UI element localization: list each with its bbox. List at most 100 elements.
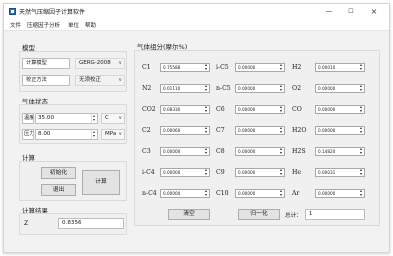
temp-value: 35.00	[38, 115, 55, 121]
component-input[interactable]: 0.00000	[160, 168, 210, 177]
component-label: H2O	[292, 127, 307, 134]
spin-arrows-icon[interactable]	[279, 64, 284, 71]
pressure-input[interactable]: 8.00	[35, 129, 98, 140]
component-input[interactable]: 0.00000	[235, 168, 285, 177]
model-group: 计算模型 GERG-2008 ∨ 校正方法 无须校正 ∨	[19, 51, 127, 92]
z-label: Z	[24, 220, 29, 227]
component-input[interactable]: 0.08330	[160, 105, 210, 114]
clear-button[interactable]: 清空	[168, 209, 210, 220]
component-input[interactable]: 0.01110	[160, 84, 210, 93]
component-input[interactable]: 0.00000	[235, 105, 285, 114]
maximize-button[interactable]: ☐	[343, 6, 359, 17]
component-label: Ar	[292, 190, 300, 197]
component-input[interactable]: 0.00000	[160, 147, 210, 156]
pressure-label: 压力	[22, 129, 34, 140]
component-input[interactable]: 0.00031	[315, 168, 365, 177]
component-input[interactable]: 0.00000	[315, 84, 365, 93]
app-icon	[9, 8, 16, 15]
component-input[interactable]: 0.00000	[160, 189, 210, 198]
temp-input[interactable]: 35.00	[35, 113, 98, 124]
spin-arrows-icon[interactable]	[359, 190, 364, 197]
spin-arrows-icon[interactable]	[359, 127, 364, 134]
menu-file[interactable]: 文件	[10, 21, 21, 29]
close-button[interactable]: ×	[366, 6, 382, 17]
component-input[interactable]: 0.00000	[235, 147, 285, 156]
component-value: 0.00000	[238, 170, 256, 175]
spin-arrows-icon[interactable]	[204, 64, 209, 71]
calc-model-select[interactable]: GERG-2008 ∨	[75, 58, 125, 69]
spin-arrows-icon[interactable]	[359, 169, 364, 176]
component-input[interactable]: 0.00000	[235, 63, 285, 72]
total-field: 1	[305, 209, 365, 220]
component-label: He	[292, 169, 302, 176]
component-input[interactable]: 0.00000	[315, 105, 365, 114]
init-button[interactable]: 初始化	[41, 167, 76, 179]
component-value: 0.00000	[238, 128, 256, 133]
spin-arrows-icon[interactable]	[204, 85, 209, 92]
component-input[interactable]: 0.00000	[315, 126, 365, 135]
component-value: 0.14820	[318, 149, 336, 154]
correction-value: 无须校正	[79, 77, 102, 83]
spin-arrows-icon[interactable]	[359, 148, 364, 155]
normalize-button[interactable]: 归一化	[238, 209, 280, 220]
spin-arrows-icon[interactable]	[279, 169, 284, 176]
component-input[interactable]: 0.75588	[160, 63, 210, 72]
component-label: C10	[216, 190, 229, 197]
minimize-button[interactable]: —	[321, 6, 337, 17]
component-value: 0.00000	[238, 86, 256, 91]
correction-select[interactable]: 无须校正 ∨	[75, 75, 125, 86]
menu-help[interactable]: 帮助	[85, 21, 96, 29]
component-input[interactable]: 0.00010	[315, 63, 365, 72]
pressure-unit-value: MPa	[105, 131, 117, 137]
component-value: 0.00000	[318, 191, 336, 196]
component-label: H2	[292, 64, 302, 71]
spin-arrows-icon[interactable]	[359, 85, 364, 92]
spin-arrows-icon[interactable]	[359, 64, 364, 71]
component-input[interactable]: 0.00000	[315, 189, 365, 198]
component-label: C1	[142, 64, 151, 71]
spin-arrows-icon[interactable]	[204, 127, 209, 134]
component-label: n-C5	[216, 85, 231, 92]
spin-arrows-icon[interactable]	[91, 130, 97, 139]
z-value-field: 0.8356	[58, 218, 124, 229]
spin-arrows-icon[interactable]	[204, 106, 209, 113]
calc-model-label: 计算模型	[22, 58, 70, 69]
component-label: C6	[216, 106, 225, 113]
spin-arrows-icon[interactable]	[204, 190, 209, 197]
exit-button[interactable]: 退出	[41, 184, 76, 196]
result-group: Z 0.8356	[19, 213, 127, 235]
spin-arrows-icon[interactable]	[91, 114, 97, 123]
component-value: 0.00000	[318, 128, 336, 133]
temp-unit-select[interactable]: C ∨	[101, 113, 125, 124]
component-input[interactable]: 0.00000	[235, 126, 285, 135]
total-label: 总计：	[285, 213, 302, 219]
component-value: 0.00000	[238, 149, 256, 154]
title-bar: 天然气压缩因子计算软件 — ☐ ×	[4, 4, 389, 19]
calc-group: 初始化 退出 计算	[19, 161, 127, 201]
spin-arrows-icon[interactable]	[279, 148, 284, 155]
component-label: n-C4	[142, 190, 157, 197]
chevron-down-icon: ∨	[118, 131, 122, 137]
component-input[interactable]: 0.14820	[315, 147, 365, 156]
calc-model-value: GERG-2008	[79, 60, 111, 66]
component-label: N2	[142, 85, 152, 92]
menu-units[interactable]: 单位	[68, 21, 79, 29]
spin-arrows-icon[interactable]	[204, 148, 209, 155]
component-input[interactable]: 0.00060	[160, 126, 210, 135]
component-input[interactable]: 0.00000	[235, 84, 285, 93]
spin-arrows-icon[interactable]	[359, 106, 364, 113]
component-input[interactable]: 0.00000	[235, 189, 285, 198]
spin-arrows-icon[interactable]	[279, 85, 284, 92]
calculate-button[interactable]: 计算	[82, 170, 120, 195]
spin-arrows-icon[interactable]	[279, 127, 284, 134]
component-value: 0.00000	[238, 191, 256, 196]
component-value: 0.08330	[163, 107, 181, 112]
main-window: 天然气压缩因子计算软件 — ☐ × 文件 压缩因子分析 单位 帮助 模型 计算模…	[3, 3, 390, 253]
pressure-unit-select[interactable]: MPa ∨	[101, 129, 125, 140]
spin-arrows-icon[interactable]	[279, 106, 284, 113]
spin-arrows-icon[interactable]	[279, 190, 284, 197]
spin-arrows-icon[interactable]	[204, 169, 209, 176]
component-value: 0.75588	[163, 65, 181, 70]
menu-z-analysis[interactable]: 压缩因子分析	[27, 21, 60, 29]
component-value: 0.00010	[318, 65, 336, 70]
